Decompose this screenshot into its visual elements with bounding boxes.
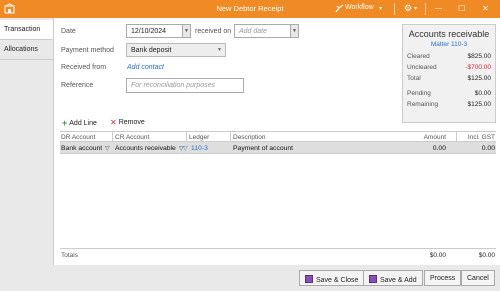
payment-method-label: Payment method [61,47,114,54]
column-header-cr-account[interactable]: CR Account [115,134,149,141]
cell-amount[interactable]: 0.00 [433,145,446,152]
save-close-label: Save & Close [316,277,359,284]
balance-value: -$700.00 [465,64,491,71]
settings-chevron-icon[interactable]: ▾ [414,4,417,15]
close-icon[interactable]: ✕ [482,3,489,14]
save-add-label: Save & Add [380,277,417,284]
remove-button[interactable]: ✕ Remove [110,118,145,127]
table-row[interactable]: Bank account ▽ Accounts receivable ▽ ▽ 1… [60,142,496,154]
balance-label: Uncleared [407,64,437,71]
dr-account-chevron-icon[interactable]: ▽ [105,145,110,152]
reference-label: Reference [61,82,94,89]
workflow-chevron-icon[interactable]: ▾ [379,5,382,12]
footer-bar: Save & Close Save & Add Process Cancel [53,265,500,291]
grid-header: DR Account CR Account Ledger Description… [60,131,496,142]
balance-label: Total [407,75,421,82]
balance-label: Remaining [407,101,439,108]
title-separator [425,3,426,15]
balance-row-pending: Pending $0.00 [407,90,491,99]
column-divider [186,132,187,142]
minimize-icon[interactable]: — [435,3,442,14]
balance-row-remaining: Remaining $125.00 [407,101,491,110]
column-divider [456,132,457,142]
workflow-icon[interactable] [335,4,344,13]
matter-link[interactable]: Matter 110-3 [403,41,495,48]
received-on-label: received on [195,28,232,35]
column-header-incl-gst[interactable]: Incl. GST [468,134,495,141]
balance-label: Cleared [407,53,430,60]
cell-description[interactable]: Payment of account [233,145,293,152]
add-line-button[interactable]: + Add Line [62,118,97,128]
received-on-placeholder: Add date [239,28,268,35]
remove-label: Remove [118,119,145,126]
cell-dr-account[interactable]: Bank account [61,145,102,152]
received-on-dropdown-icon[interactable]: ▼ [290,24,299,38]
accounts-receivable-panel: Accounts receivable Matter 110-3 Cleared… [402,24,496,123]
date-label: Date [61,28,76,35]
balance-value: $125.00 [467,101,492,108]
balance-value: $125.00 [467,75,492,82]
column-header-dr-account[interactable]: DR Account [61,134,95,141]
balance-value: $0.00 [474,90,491,97]
save-add-button[interactable]: Save & Add [363,270,423,286]
column-divider [230,132,231,142]
balance-row-uncleared: Uncleared -$700.00 [407,64,491,73]
balance-row-total: Total $125.00 [407,75,491,84]
process-button[interactable]: Process [424,270,462,286]
totals-amount: $0.00 [429,252,446,259]
plus-icon: + [62,118,68,128]
balance-label: Pending [407,90,431,97]
totals-incl-gst: $0.00 [478,252,495,259]
cancel-button[interactable]: Cancel [461,270,495,286]
left-tab-strip: Transaction Allocations [0,18,53,291]
save-disk-icon [369,275,377,283]
column-divider [112,132,113,142]
received-from-label: Received from [61,64,107,71]
totals-row: Totals $0.00 $0.00 [60,248,496,261]
remove-x-icon: ✕ [110,118,117,127]
cancel-label: Cancel [467,275,489,282]
reference-placeholder: For reconciliation purposes [131,82,216,89]
tab-transaction[interactable]: Transaction [0,20,53,40]
maximize-icon[interactable]: ☐ [458,3,465,14]
reference-input[interactable]: For reconciliation purposes [126,78,244,93]
balance-value: $825.00 [467,53,492,60]
tab-allocations[interactable]: Allocations [0,40,53,60]
save-close-button[interactable]: Save & Close [299,270,365,286]
lines-toolbar: + Add Line ✕ Remove [60,117,496,130]
payment-method-value: Bank deposit [131,47,172,54]
column-header-ledger[interactable]: Ledger [189,134,209,141]
accounts-receivable-heading: Accounts receivable [408,29,490,39]
date-dropdown-icon[interactable]: ▼ [182,24,191,38]
process-label: Process [430,275,456,282]
title-bar: New Debtor Receipt Workflow ▾ ⚙ ▾ — ☐ ✕ [0,0,500,18]
payment-method-select[interactable]: Bank deposit ▼ [126,43,226,57]
ledger-chevron-icon[interactable]: ▽ [183,145,188,152]
received-on-field[interactable]: Add date ▼ [234,24,299,38]
column-header-amount[interactable]: Amount [424,134,446,141]
save-disk-icon [305,275,313,283]
title-separator [394,3,395,15]
cell-cr-account[interactable]: Accounts receivable [115,145,176,152]
add-contact-link[interactable]: Add contact [127,64,164,71]
date-value: 12/10/2024 [131,28,167,35]
settings-gear-icon[interactable]: ⚙ [404,3,412,14]
workflow-button[interactable]: Workflow [345,4,374,11]
cell-incl-gst[interactable]: 0.00 [482,145,495,152]
add-line-label: Add Line [69,120,97,127]
cell-ledger-link[interactable]: 110-3 [191,145,208,152]
chevron-down-icon: ▼ [217,47,222,53]
column-header-description[interactable]: Description [233,134,266,141]
date-field[interactable]: 12/10/2024 ▼ [126,24,191,38]
totals-label: Totals [61,252,78,259]
balance-row-cleared: Cleared $825.00 [407,53,491,62]
transaction-panel: Date 12/10/2024 ▼ received on Add date ▼… [53,18,500,265]
